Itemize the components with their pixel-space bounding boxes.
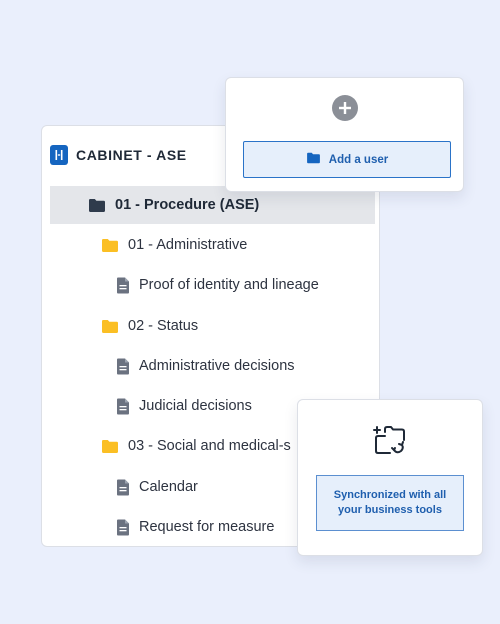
folder-sync-icon — [373, 423, 407, 462]
folder-icon — [101, 439, 119, 454]
cabinet-header: CABINET - ASE — [50, 144, 187, 166]
folder-icon — [101, 319, 119, 334]
plus-circle-icon[interactable] — [332, 95, 358, 121]
tree-item-label: Administrative decisions — [139, 358, 295, 374]
document-icon — [116, 479, 130, 496]
tree-item-label: 02 - Status — [128, 318, 199, 334]
tree-item-label: 01 - Administrative — [128, 237, 248, 253]
folder-dark-icon — [88, 198, 106, 213]
folder-icon — [101, 238, 119, 253]
cabinet-logo-icon — [50, 145, 68, 165]
folder-icon — [306, 152, 321, 167]
document-icon — [116, 277, 130, 294]
tree-item-administrative-folder[interactable]: 01 - Administrative — [50, 226, 375, 264]
add-user-label: Add a user — [328, 153, 389, 166]
document-icon — [116, 358, 130, 375]
tree-item-status-folder[interactable]: 02 - Status — [50, 307, 375, 345]
tree-item-label: 01 - Procedure (ASE) — [115, 197, 260, 213]
document-icon — [116, 519, 130, 536]
tree-item-label: Proof of identity and lineage — [139, 277, 319, 293]
tree-item-administrative-decisions[interactable]: Administrative decisions — [50, 347, 375, 385]
tree-item-label: Judicial decisions — [139, 398, 252, 414]
tree-item-label: 03 - Social and medical-s — [128, 438, 291, 454]
sync-card: Synchronized with all your business tool… — [297, 399, 483, 556]
document-icon — [116, 398, 130, 415]
tree-item-proof-of-identity[interactable]: Proof of identity and lineage — [50, 266, 375, 304]
add-user-card: Add a user — [225, 77, 464, 192]
cabinet-title: CABINET - ASE — [76, 147, 187, 163]
add-user-button[interactable]: Add a user — [243, 141, 451, 178]
tree-item-label: Calendar — [139, 479, 198, 495]
tree-item-label: Request for measure — [139, 519, 275, 535]
sync-badge: Synchronized with all your business tool… — [316, 475, 464, 531]
illustration-stage: CABINET - ASE 01 - Procedure (ASE) 01 - … — [0, 0, 500, 624]
